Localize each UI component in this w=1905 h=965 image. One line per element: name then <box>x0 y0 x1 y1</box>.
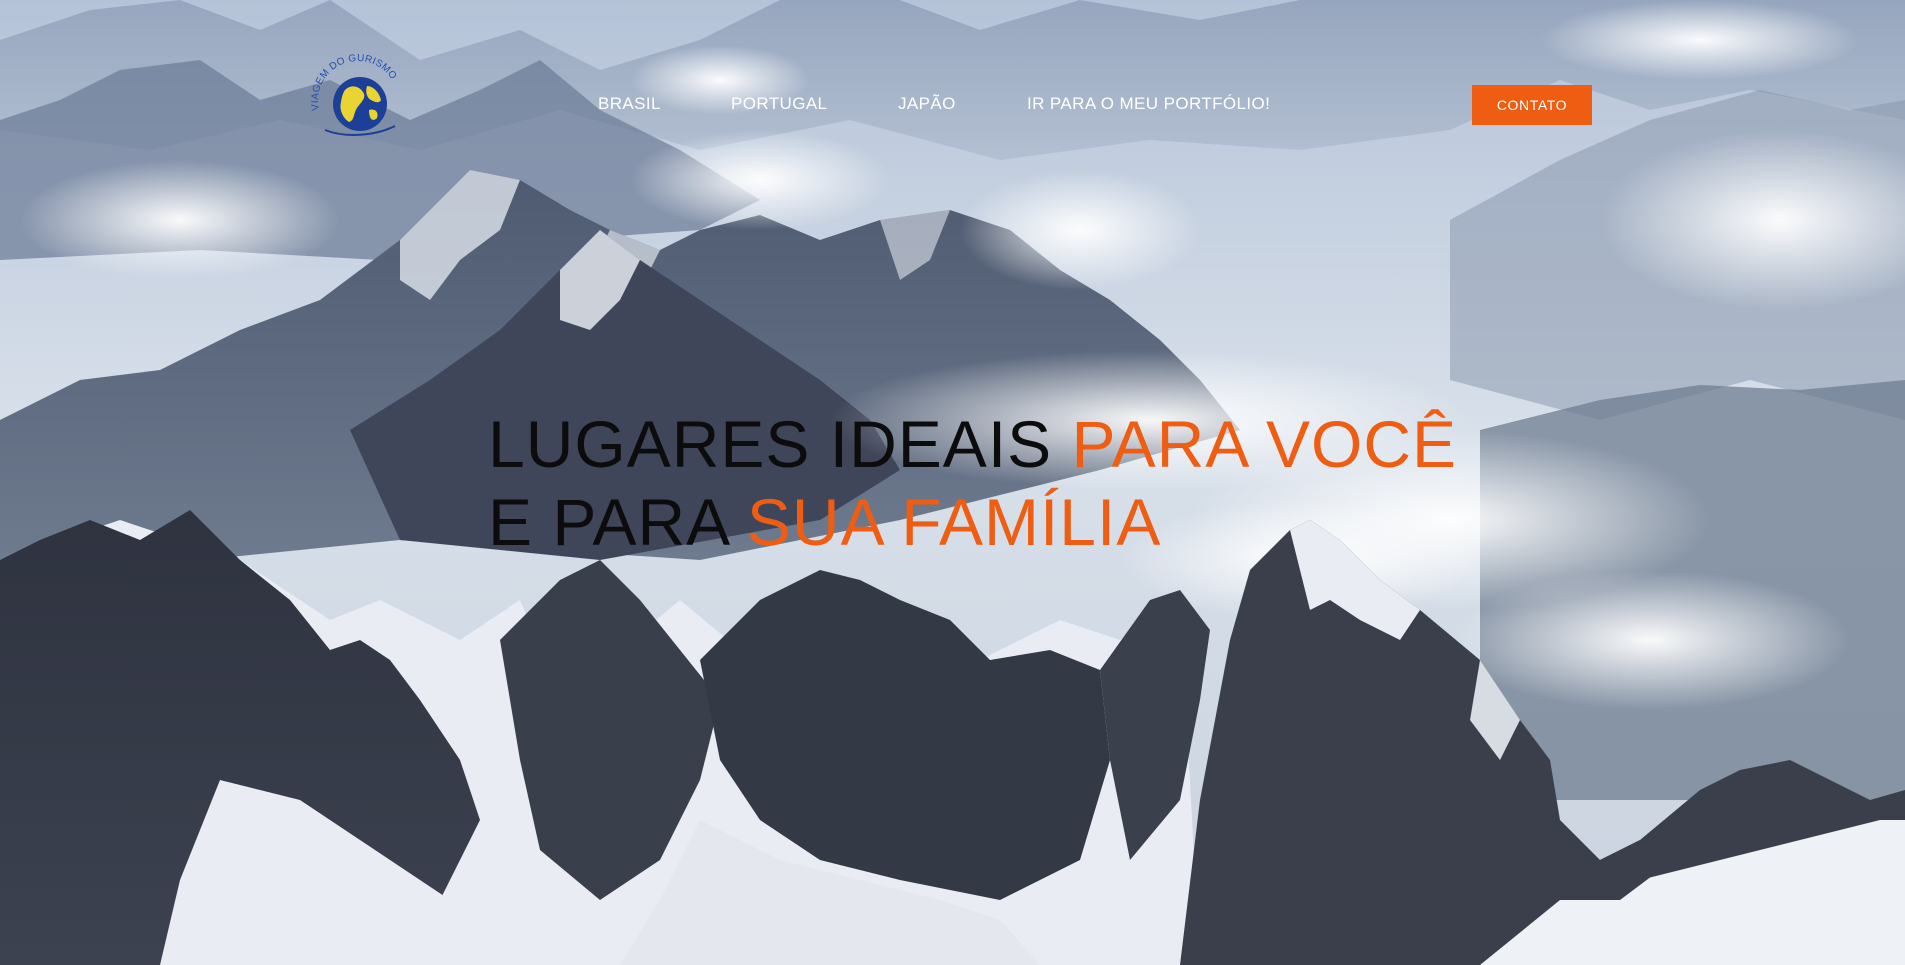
nav-link-brasil[interactable]: BRASIL <box>598 94 661 114</box>
headline-line-1-dark: LUGARES IDEAIS <box>488 407 1072 481</box>
headline-line-1: LUGARES IDEAIS PARA VOCÊ <box>488 405 1457 483</box>
headline-line-2-accent: SUA FAMÍLIA <box>746 485 1162 559</box>
globe-logo-icon: VIAGEM DO GURISMO <box>310 53 398 136</box>
hero-section: VIAGEM DO GURISMO BRASIL PORTUGAL JAPÃO … <box>0 0 1905 965</box>
headline-line-2-dark: E PARA <box>488 485 747 559</box>
headline-line-2: E PARA SUA FAMÍLIA <box>488 483 1457 561</box>
nav-link-japao[interactable]: JAPÃO <box>898 94 956 114</box>
hero-headline: LUGARES IDEAIS PARA VOCÊ E PARA SUA FAMÍ… <box>488 405 1457 561</box>
brand-logo[interactable]: VIAGEM DO GURISMO <box>305 52 410 144</box>
headline-line-1-accent: PARA VOCÊ <box>1071 407 1458 481</box>
nav-link-portfolio[interactable]: IR PARA O MEU PORTFÓLIO! <box>1027 94 1270 114</box>
nav-link-portugal[interactable]: PORTUGAL <box>731 94 827 114</box>
contact-button[interactable]: CONTATO <box>1472 85 1592 125</box>
